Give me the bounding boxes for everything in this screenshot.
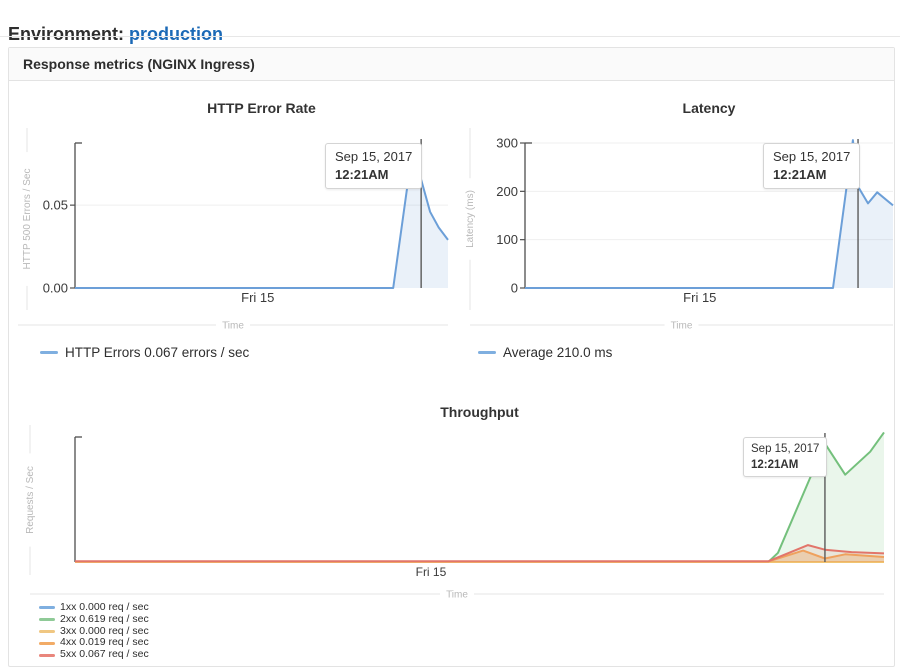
x-axis-label: Time: [446, 590, 468, 601]
throughput-legend: 1xx 0.000 req / sec2xx 0.619 req / sec3x…: [39, 602, 149, 661]
legend-item: HTTP Errors 0.067 errors / sec: [40, 345, 249, 360]
x-axis-label: Time: [671, 321, 693, 332]
tooltip-date: Sep 15, 2017: [773, 148, 850, 166]
chart-title: HTTP Error Rate: [207, 100, 316, 116]
series-area-4xx: [75, 551, 884, 562]
legend-swatch-icon: [40, 351, 58, 355]
latency-legend: Average 210.0 ms: [478, 345, 612, 366]
http-error-rate-chart-svg[interactable]: HTTP Error Rate 0.05 0.00 Fri 15 HTTP 500 Er…: [18, 95, 450, 340]
tooltip-date: Sep 15, 2017: [335, 148, 412, 166]
page-title: Environment: production: [8, 24, 223, 45]
legend-label: 2xx 0.619 req / sec: [60, 614, 149, 626]
page-title-label: Environment:: [8, 24, 124, 44]
chart-title: Latency: [683, 100, 736, 116]
series-line-5xx: [75, 545, 884, 561]
legend-label: HTTP Errors 0.067 errors / sec: [65, 345, 249, 360]
http-error-rate-legend: HTTP Errors 0.067 errors / sec: [40, 345, 249, 366]
panel-header-title: Response metrics (NGINX Ingress): [9, 48, 894, 81]
legend-item: 2xx 0.619 req / sec: [39, 614, 149, 626]
series-area-5xx: [75, 545, 884, 562]
throughput-chart-svg[interactable]: Throughput Fri 15 Requests / Sec Time: [18, 400, 895, 605]
legend-swatch-icon: [478, 351, 496, 355]
x-tick-label: Fri 15: [241, 290, 274, 305]
y-tick-label: 0: [511, 281, 518, 296]
x-tick-label: Fri 15: [683, 290, 716, 305]
latency-chart-svg[interactable]: Latency 300 200 100 0 Fri 15 Latency (ms) Time: [460, 95, 895, 340]
legend-swatch-icon: [39, 630, 55, 633]
legend-swatch-icon: [39, 618, 55, 621]
tooltip-time: 12:21AM: [773, 166, 850, 184]
environment-link[interactable]: production: [129, 24, 223, 44]
series-line-4xx: [75, 551, 884, 562]
legend-label: 5xx 0.067 req / sec: [60, 649, 149, 661]
y-tick-label: 100: [496, 232, 518, 247]
y-axis: [75, 437, 82, 562]
y-tick-label: 200: [496, 184, 518, 199]
y-tick-label: 300: [496, 136, 518, 151]
y-tick-label: 0.00: [43, 281, 68, 296]
title-divider: [0, 36, 900, 37]
legend-item: 5xx 0.067 req / sec: [39, 649, 149, 661]
x-axis-label: Time: [222, 321, 244, 332]
y-tick-label: 0.05: [43, 198, 68, 213]
legend-swatch-icon: [39, 642, 55, 645]
y-axis: [70, 143, 82, 288]
legend-swatch-icon: [39, 654, 55, 657]
throughput-tooltip: Sep 15, 201712:21AM: [743, 437, 827, 477]
legend-item: Average 210.0 ms: [478, 345, 612, 360]
tooltip-time: 12:21AM: [751, 457, 819, 473]
y-axis: [520, 143, 532, 288]
y-axis-label: HTTP 500 Errors / Sec: [22, 169, 33, 270]
latency-tooltip: Sep 15, 201712:21AM: [763, 143, 860, 189]
chart-title: Throughput: [440, 404, 519, 420]
legend-label: Average 210.0 ms: [503, 345, 612, 360]
y-axis-label: Requests / Sec: [25, 466, 36, 534]
legend-swatch-icon: [39, 606, 55, 609]
tooltip-date: Sep 15, 2017: [751, 441, 819, 457]
x-tick-label: Fri 15: [416, 565, 447, 579]
y-axis-label: Latency (ms): [465, 190, 476, 248]
tooltip-time: 12:21AM: [335, 166, 412, 184]
http-error-rate-tooltip: Sep 15, 201712:21AM: [325, 143, 422, 189]
